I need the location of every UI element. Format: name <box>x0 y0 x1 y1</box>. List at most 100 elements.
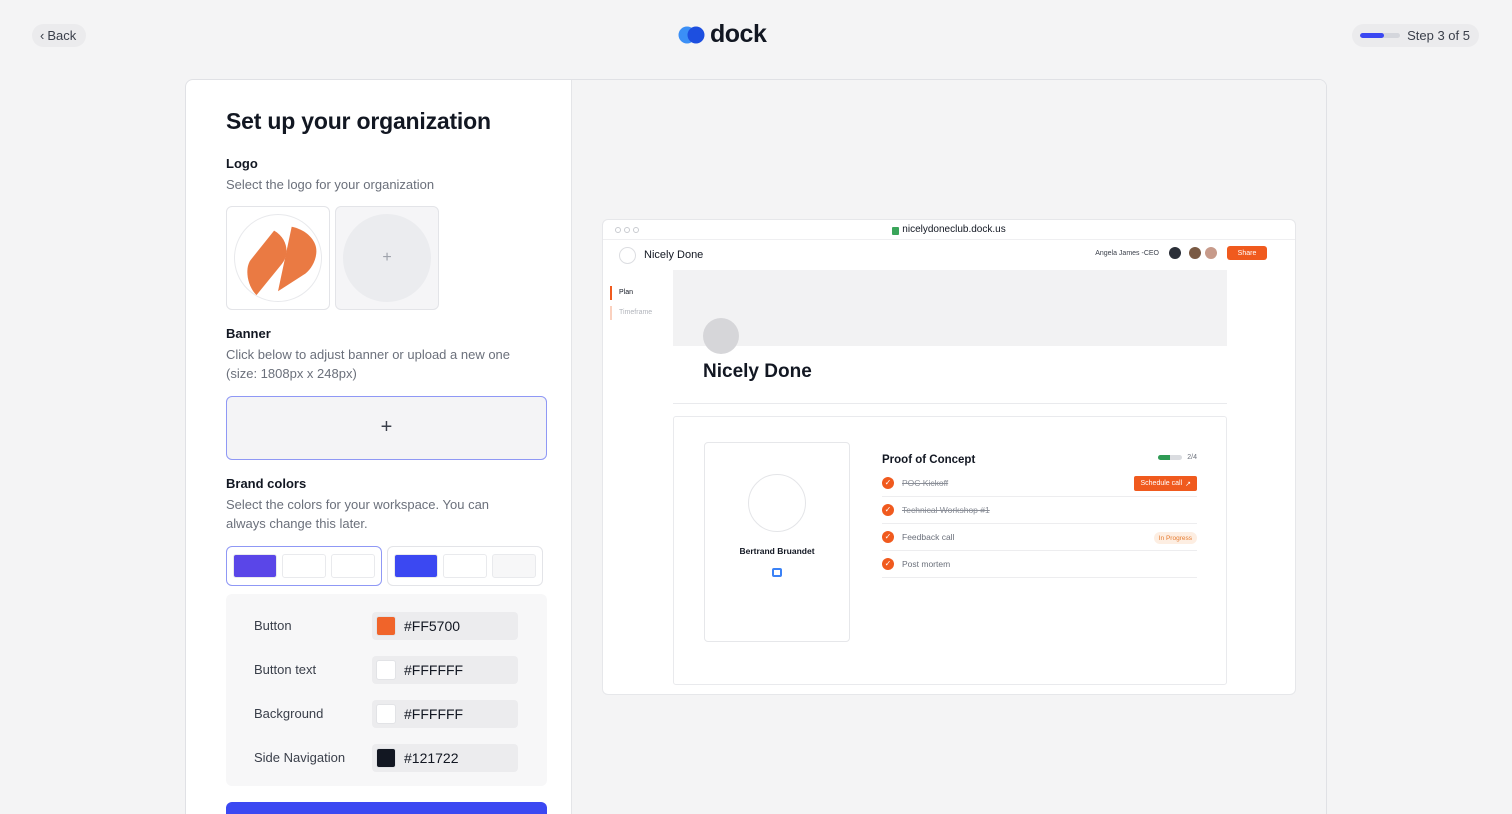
preview-url-text: nicelydoneclub.dock.us <box>902 224 1006 235</box>
button-text-color-input[interactable]: #FFFFFF <box>372 655 518 684</box>
preview-pane: nicelydoneclub.dock.us Nicely Done Angel… <box>572 80 1326 814</box>
step-progress-fill <box>1360 33 1385 38</box>
preview-person: Angela James -CEO <box>1095 249 1159 257</box>
preview-hero-avatar <box>703 318 739 354</box>
color-row-button-text: Button text #FFFFFF <box>254 648 547 692</box>
preview-contact-name: Bertrand Bruandet <box>739 546 815 556</box>
banner-description: Click below to adjust banner or upload a… <box>226 346 511 382</box>
preview-browser-bar: nicelydoneclub.dock.us <box>603 220 1295 240</box>
preview-side-nav: Plan Timeframe <box>610 286 652 326</box>
banner-upload-button[interactable]: + <box>226 395 547 460</box>
check-icon: ✓ <box>882 558 894 570</box>
brand-colors-label: Brand colors <box>226 475 307 491</box>
palette-swatch <box>331 553 375 578</box>
brand-logo: dock <box>678 20 767 48</box>
logo-options: + <box>226 205 571 310</box>
status-badge: In Progress <box>1153 532 1197 544</box>
step-label: Step 3 of 5 <box>1407 28 1470 43</box>
progress-fill <box>1158 455 1171 460</box>
palette-options <box>226 545 571 586</box>
preview-org-name: Nicely Done <box>644 249 704 261</box>
preview-plan-panel: Bertrand Bruandet Proof of Concept 2/4 ✓… <box>673 416 1227 685</box>
color-chip[interactable] <box>376 747 396 768</box>
color-name: Background <box>254 706 324 721</box>
mail-icon <box>772 568 782 577</box>
preview-poc-title: Proof of Concept <box>882 454 976 466</box>
window-dot-icon <box>624 227 630 233</box>
preview-nav-item-plan: Plan <box>610 286 652 300</box>
window-dots <box>615 227 639 233</box>
dock-logo-icon <box>678 26 705 43</box>
preview-task: ✓ Post mortem <box>882 551 1197 578</box>
logo-description: Select the logo for your organization <box>226 177 435 192</box>
preview-task: ✓ Technical Workshop #1 <box>882 497 1197 524</box>
preview-task: ✓ POC Kickoff Schedule call ↗ <box>882 470 1197 497</box>
preview-poc-progress: 2/4 <box>1158 454 1197 461</box>
side-navigation-color-input[interactable]: #121722 <box>372 743 518 772</box>
preview-header: Nicely Done Angela James -CEO Share <box>603 240 1295 270</box>
preview-header-actions: Angela James -CEO Share <box>1095 246 1267 260</box>
back-button[interactable]: ‹ Back <box>32 24 87 47</box>
window-dot-icon <box>615 227 621 233</box>
preview-poc: Proof of Concept 2/4 ✓ POC Kickoff Sched… <box>882 450 1197 578</box>
color-chip[interactable] <box>376 703 396 724</box>
logo-option-current[interactable] <box>226 205 330 310</box>
check-icon: ✓ <box>882 504 894 516</box>
color-hex: #121722 <box>404 749 459 766</box>
preview-url: nicelydoneclub.dock.us <box>892 224 1006 235</box>
page-title: Set up your organization <box>226 108 491 134</box>
logo-label: Logo <box>226 156 258 171</box>
step-progress-bar <box>1360 33 1401 38</box>
add-logo-button[interactable]: + <box>335 205 439 310</box>
check-icon: ✓ <box>882 477 894 489</box>
brand-name: dock <box>710 20 767 48</box>
preview-hero-name: Nicely Done <box>703 361 812 382</box>
avatar <box>1189 247 1201 259</box>
color-name: Side Navigation <box>254 750 346 765</box>
palette-swatch <box>492 553 536 578</box>
palette-swatch <box>282 553 326 578</box>
color-row-button: Button #FF5700 <box>254 604 547 648</box>
task-label: POC Kickoff <box>902 478 949 488</box>
palette-swatch <box>394 553 438 578</box>
palette-option-2[interactable] <box>387 545 543 586</box>
progress-bar <box>1158 455 1183 460</box>
chevron-left-icon: ‹ <box>40 28 45 43</box>
progress-label: 2/4 <box>1187 454 1197 461</box>
save-brand-theme-button[interactable]: Save brand theme <box>226 801 547 814</box>
plus-icon: + <box>380 416 393 438</box>
brand-colors-description: Select the colors for your workspace. Yo… <box>226 496 490 532</box>
background-color-input[interactable]: #FFFFFF <box>372 699 518 728</box>
color-chip[interactable] <box>376 659 396 680</box>
color-name: Button text <box>254 662 317 677</box>
palette-swatch <box>233 553 277 578</box>
avatar <box>1205 247 1217 259</box>
task-label: Feedback call <box>902 532 955 542</box>
color-chip[interactable] <box>376 615 396 636</box>
task-label: Technical Workshop #1 <box>902 505 990 515</box>
arrow-up-right-icon: ↗ <box>1185 480 1191 488</box>
color-hex: #FF5700 <box>404 617 461 634</box>
color-hex: #FFFFFF <box>404 661 464 678</box>
org-logo-icon <box>247 226 317 295</box>
preview-nav-item-timeframe: Timeframe <box>610 306 652 320</box>
color-row-side-navigation: Side Navigation #121722 <box>254 736 547 780</box>
setup-card: Set up your organization Logo Select the… <box>185 79 1327 814</box>
setup-form: Set up your organization Logo Select the… <box>186 80 572 814</box>
plus-icon: + <box>343 213 431 302</box>
avatar <box>1169 247 1181 259</box>
button-color-input[interactable]: #FF5700 <box>372 611 518 640</box>
org-logo <box>234 213 322 302</box>
banner-label: Banner <box>226 325 271 341</box>
color-name: Button <box>254 618 292 633</box>
step-indicator: Step 3 of 5 <box>1352 24 1479 47</box>
task-label: Post mortem <box>902 559 951 569</box>
preview-share-button: Share <box>1227 246 1267 260</box>
workspace-preview: nicelydoneclub.dock.us Nicely Done Angel… <box>602 219 1296 695</box>
preview-task: ✓ Feedback call In Progress <box>882 524 1197 551</box>
preview-org-avatar <box>619 246 636 264</box>
schedule-call-button: Schedule call ↗ <box>1134 476 1197 491</box>
lock-icon <box>892 226 900 235</box>
palette-option-1[interactable] <box>226 545 382 586</box>
color-settings: Button #FF5700 Button text #FFFFFF Backg… <box>226 593 547 786</box>
